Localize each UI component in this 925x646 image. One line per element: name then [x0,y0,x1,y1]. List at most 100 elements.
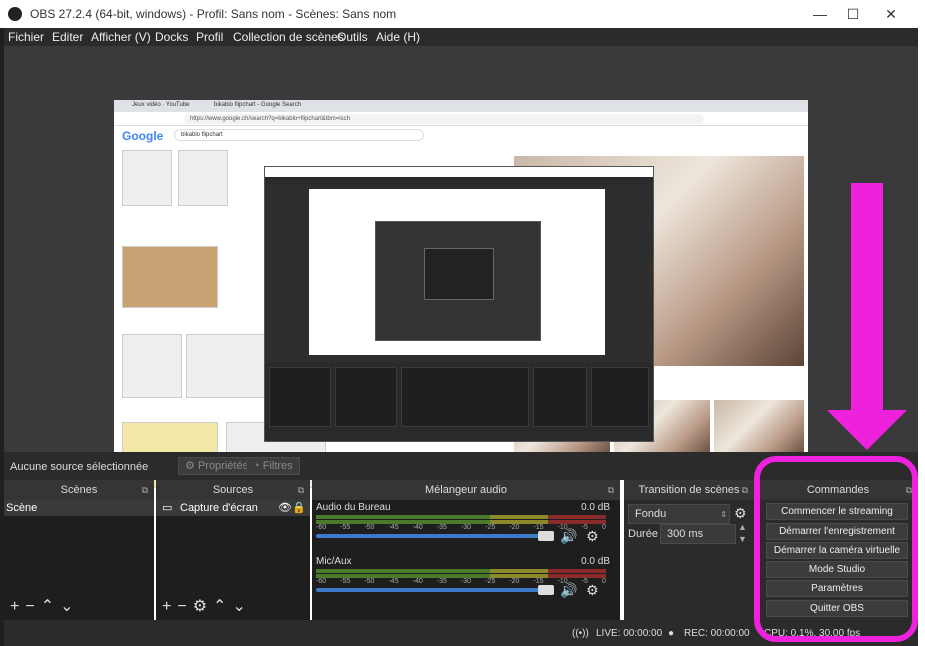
add-icon[interactable]: + [10,598,25,615]
live-status: LIVE: 00:00:00 [596,628,663,639]
undock-icon[interactable]: ⧉ [742,480,748,500]
nested-panel [533,367,587,427]
scenes-list[interactable]: Scène +−⌃⌄ [4,500,154,620]
transition-type: Fondu [635,508,667,520]
stepper-up-icon[interactable]: ▲ [738,522,747,532]
lock-icon[interactable]: 🔒 [292,500,306,516]
mixer-track-desktop: Audio du Bureau 0.0 dB -60 -55 -50 -45 -40 -3… [316,502,610,554]
menu-editer[interactable]: Editer [52,30,83,44]
scenes-header: Scènes ⧉ [4,480,154,500]
add-icon[interactable]: + [162,598,177,615]
minimize-button[interactable]: — [805,4,835,24]
browser-tab-1: Jeux vidéo · YouTube [132,102,190,108]
nested-panel [335,367,397,427]
duration-input[interactable]: 300 ms [660,524,736,544]
preview-canvas[interactable]: Jeux vidéo · YouTube bikablo flipchart -… [114,100,808,490]
nested-preview [309,189,605,355]
browser-tab-2: bikablo flipchart - Google Search [214,102,302,108]
nested-preview-innermost [424,248,494,300]
menu-fichier[interactable]: Fichier [8,30,44,44]
up-icon[interactable]: ⌃ [213,598,232,615]
filters-button[interactable]: ◔ Filtres [246,457,300,475]
audio-mixer-dock: Mélangeur audio ⧉ Audio du Bureau 0.0 dB… [312,480,620,620]
list-item[interactable]: Scène [4,500,154,516]
properties-label: Propriétés [197,460,249,472]
google-search-bar: Google bikablo flipchart [114,126,808,144]
duration-label: Durée [628,528,658,540]
google-search-box: bikablo flipchart [174,129,424,141]
menu-outils[interactable]: Outils [337,30,368,44]
mixer-title: Mélangeur audio [425,484,507,496]
properties-button[interactable]: ⚙ Propriétés [178,457,256,475]
gear-icon[interactable]: ⚙ [586,528,599,545]
gear-icon[interactable]: ⚙ [586,582,599,599]
track-db: 0.0 dB [581,556,610,567]
volume-slider[interactable] [316,534,554,538]
filters-label: Filtres [262,460,293,472]
undock-icon[interactable]: ⧉ [608,480,614,500]
gear-icon[interactable]: ⚙ [193,598,213,615]
transition-select[interactable]: Fondu ⇕ [628,504,730,524]
sources-title: Sources [212,484,254,496]
rec-status: REC: 00:00:00 [684,628,750,639]
up-icon[interactable]: ⌃ [41,598,60,615]
speaker-icon[interactable]: 🔊 [560,528,577,545]
sources-list[interactable]: ▭ Capture d'écran 👁 🔒 +−⚙⌃⌄ [156,500,310,620]
image-thumbnail [122,150,172,206]
image-thumbnail [186,334,266,398]
window-title: OBS 27.2.4 (64-bit, windows) - Profil: S… [30,7,397,21]
menu-bar: Fichier Editer Afficher (V) Docks Profil… [0,28,918,46]
scenes-controls: +−⌃⌄ [10,596,80,616]
volume-slider-handle[interactable] [538,585,554,595]
list-item[interactable]: ▭ Capture d'écran 👁 🔒 [156,500,310,516]
volume-slider[interactable] [316,588,554,592]
google-logo: Google [122,129,164,143]
monitor-icon: ▭ [162,502,173,514]
browser-tabs: Jeux vidéo · YouTube bikablo flipchart -… [114,100,808,112]
annotation-highlight [754,456,918,642]
duration-value: 300 ms [667,528,704,540]
maximize-button[interactable]: ☐ [838,4,868,24]
stepper-down-icon[interactable]: ▼ [738,534,747,544]
remove-icon[interactable]: − [25,598,40,615]
menu-collection-scenes[interactable]: Collection de scènes [233,30,344,44]
speaker-icon[interactable]: 🔊 [560,582,577,599]
mixer-track-mic: Mic/Aux 0.0 dB -60 -55 -50 -45 -40 -35 -30 -25-… [316,556,610,608]
menu-aide[interactable]: Aide (H) [376,30,420,44]
nested-obs-window [264,166,654,442]
source-name: Capture d'écran [180,502,258,514]
sources-header: Sources ⧉ [156,480,310,500]
nested-titlebar [265,167,653,177]
preview-area[interactable]: Jeux vidéo · YouTube bikablo flipchart -… [4,46,918,490]
down-icon[interactable]: ⌄ [60,598,79,615]
eye-icon[interactable]: 👁 [278,500,292,516]
annotation-arrow-head [827,410,907,450]
image-thumbnail [714,400,804,460]
filter-icon: ◔ [253,460,260,472]
volume-slider-handle[interactable] [538,531,554,541]
undock-icon[interactable]: ⧉ [298,480,304,500]
undock-icon[interactable]: ⧉ [142,480,148,500]
no-source-label: Aucune source sélectionnée [10,461,149,473]
nested-panel [401,367,529,427]
gear-icon[interactable]: ⚙ [734,505,747,522]
broadcast-icon: ((•)) [572,628,589,639]
down-icon[interactable]: ⌄ [232,598,251,615]
image-thumbnail [122,246,218,308]
spinner-icon: ⇕ [720,510,727,519]
annotation-arrow-shaft [851,183,883,413]
mixer-body: Audio du Bureau 0.0 dB -60 -55 -50 -45 -40 -3… [312,500,620,620]
obs-icon [8,7,22,21]
menu-profil[interactable]: Profil [196,30,223,44]
scenes-dock: Scènes ⧉ Scène +−⌃⌄ [4,480,154,620]
image-thumbnail [178,150,228,206]
remove-icon[interactable]: − [177,598,192,615]
close-button[interactable]: ✕ [876,4,906,24]
window-titlebar: OBS 27.2.4 (64-bit, windows) - Profil: S… [0,0,925,28]
nested-docks [265,363,653,441]
track-db: 0.0 dB [581,502,610,513]
gear-icon: ⚙ [185,460,195,472]
menu-afficher[interactable]: Afficher (V) [91,30,151,44]
menu-docks[interactable]: Docks [155,30,188,44]
transitions-header: Transition de scènes ⧉ [624,480,754,500]
